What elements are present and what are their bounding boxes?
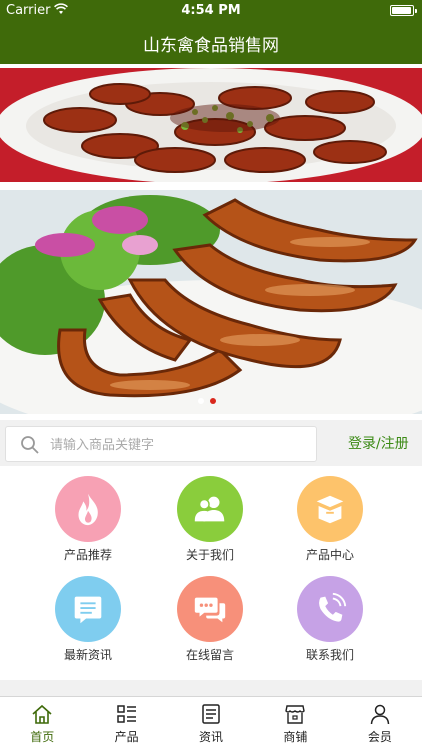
store-icon bbox=[285, 705, 306, 724]
grid-item-label: 关于我们 bbox=[185, 548, 234, 562]
tab-member[interactable]: 会员 bbox=[338, 697, 422, 750]
tab-label: 商铺 bbox=[283, 730, 308, 744]
grid-circle bbox=[297, 476, 363, 542]
section-gap bbox=[0, 680, 422, 696]
grid-item-online-message[interactable]: 在线留言 bbox=[150, 570, 270, 670]
grid-item-label: 在线留言 bbox=[185, 648, 234, 662]
carousel-dot-active[interactable] bbox=[210, 398, 216, 404]
box-icon bbox=[316, 495, 344, 524]
grid-circle bbox=[297, 576, 363, 642]
chat-icon bbox=[194, 597, 226, 623]
list-icon bbox=[116, 705, 136, 723]
page-title: 山东禽食品销售网 bbox=[143, 35, 279, 56]
grid-circle bbox=[55, 476, 121, 542]
search-input[interactable] bbox=[50, 434, 300, 456]
person-icon bbox=[370, 704, 390, 725]
carousel-dot[interactable] bbox=[198, 398, 204, 404]
grid-item-label: 产品中心 bbox=[305, 548, 354, 562]
login-register-link[interactable]: 登录/注册 bbox=[348, 433, 409, 453]
roast-sausage-image bbox=[0, 190, 422, 414]
tab-label: 首页 bbox=[30, 730, 55, 744]
news-icon bbox=[74, 596, 102, 624]
grid-item-product-recommend[interactable]: 产品推荐 bbox=[28, 470, 148, 570]
flame-icon bbox=[78, 493, 98, 526]
tab-home[interactable]: 首页 bbox=[0, 697, 84, 750]
home-icon bbox=[32, 704, 52, 724]
grid-circle bbox=[177, 576, 243, 642]
nav-bar: 山东禽食品销售网 bbox=[0, 22, 422, 64]
grid-item-product-center[interactable]: 产品中心 bbox=[270, 470, 390, 570]
tab-label: 会员 bbox=[367, 730, 392, 744]
category-grid: 产品推荐 关于我们 产品中心 最新资讯 在线留言 联系我们 bbox=[0, 470, 422, 680]
tab-store[interactable]: 商铺 bbox=[253, 697, 337, 750]
grid-item-contact-us[interactable]: 联系我们 bbox=[270, 570, 390, 670]
grid-item-about-us[interactable]: 关于我们 bbox=[150, 470, 270, 570]
document-icon bbox=[202, 704, 220, 724]
sausage-slices-image bbox=[0, 68, 422, 182]
roast-sausage-banner[interactable] bbox=[0, 190, 422, 414]
grid-item-label: 最新资讯 bbox=[63, 648, 112, 662]
tab-label: 产品 bbox=[114, 730, 139, 744]
grid-item-label: 联系我们 bbox=[305, 648, 354, 662]
tab-news[interactable]: 资讯 bbox=[169, 697, 253, 750]
search-row: 登录/注册 bbox=[0, 420, 422, 466]
battery-icon bbox=[390, 5, 417, 16]
tab-bar: 首页 产品 资讯 商铺 会员 bbox=[0, 697, 422, 750]
grid-circle bbox=[55, 576, 121, 642]
sausage-slices-banner[interactable] bbox=[0, 68, 422, 182]
phone-icon bbox=[319, 592, 347, 622]
grid-item-latest-news[interactable]: 最新资讯 bbox=[28, 570, 148, 670]
status-bar: Carrier 4:54 PM bbox=[0, 0, 422, 22]
tab-label: 资讯 bbox=[199, 730, 224, 744]
status-time: 4:54 PM bbox=[181, 3, 241, 18]
tab-products[interactable]: 产品 bbox=[84, 697, 168, 750]
grid-item-label: 产品推荐 bbox=[63, 548, 112, 562]
search-icon bbox=[21, 436, 39, 454]
users-icon bbox=[194, 496, 225, 522]
search-box[interactable] bbox=[5, 426, 317, 462]
grid-circle bbox=[177, 476, 243, 542]
carousel-indicator[interactable] bbox=[198, 398, 216, 404]
